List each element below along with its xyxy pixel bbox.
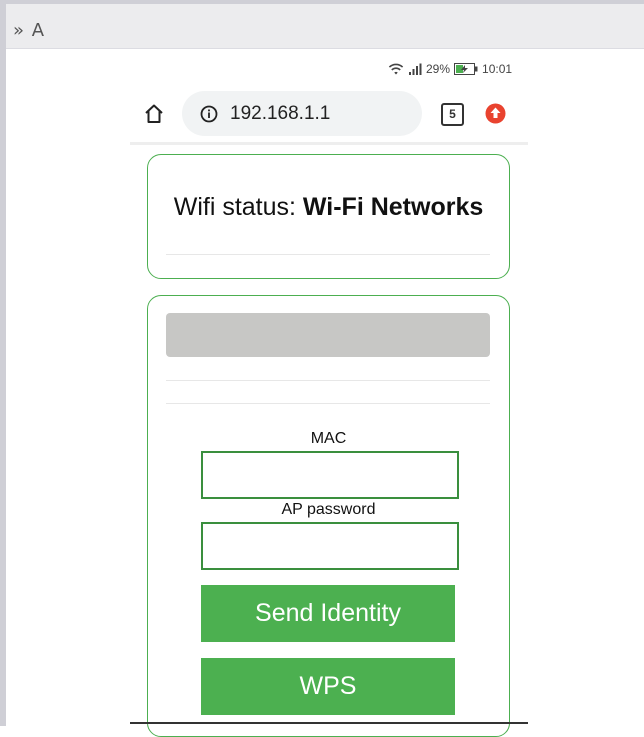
mac-input[interactable] bbox=[201, 451, 459, 499]
wifi-icon bbox=[388, 62, 404, 76]
tabs-icon[interactable]: 5 bbox=[441, 103, 464, 126]
identity-card: MAC AP password Send Identity WPS bbox=[147, 295, 510, 737]
toolbar-label[interactable]: » A bbox=[13, 20, 45, 41]
ap-password-label: AP password bbox=[281, 501, 376, 518]
url-field[interactable]: 192.168.1.1 bbox=[182, 91, 422, 136]
divider-1 bbox=[166, 380, 490, 381]
browser-address-bar: 192.168.1.1 5 bbox=[130, 88, 528, 140]
battery-percent: 29% bbox=[426, 62, 451, 76]
ap-password-input[interactable] bbox=[201, 522, 459, 570]
battery-charging-icon bbox=[454, 63, 478, 75]
clock: 10:01 bbox=[482, 62, 513, 76]
bottom-edge bbox=[130, 722, 528, 724]
divider-2 bbox=[166, 403, 490, 404]
update-icon[interactable] bbox=[485, 103, 506, 124]
phone-status-bar: 29% 10:01 bbox=[388, 60, 512, 78]
wifi-status-value: Wi-Fi Networks bbox=[302, 193, 484, 221]
home-icon[interactable] bbox=[142, 102, 166, 126]
status-divider bbox=[166, 254, 490, 255]
network-select-placeholder[interactable] bbox=[166, 313, 490, 357]
info-icon[interactable] bbox=[200, 105, 218, 123]
address-bar-divider bbox=[130, 142, 528, 145]
status-card: Wifi status: Wi-Fi Networks bbox=[147, 154, 510, 279]
top-toolbar: » A bbox=[6, 4, 644, 49]
wifi-status-line: Wifi status: Wi-Fi Networks bbox=[148, 193, 509, 222]
url-text[interactable]: 192.168.1.1 bbox=[230, 103, 330, 125]
signal-icon bbox=[408, 63, 422, 76]
wps-button[interactable]: WPS bbox=[201, 658, 455, 715]
send-identity-button[interactable]: Send Identity bbox=[201, 585, 455, 642]
window-frame-left bbox=[0, 0, 6, 726]
mac-label: MAC bbox=[310, 430, 347, 447]
wifi-status-prefix: Wifi status: bbox=[173, 193, 303, 221]
